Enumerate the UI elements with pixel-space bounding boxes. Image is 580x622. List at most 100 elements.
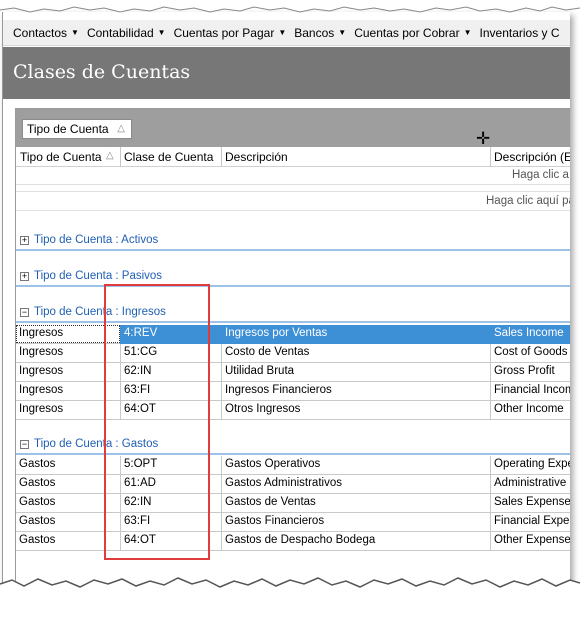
group-label: Tipo de Cuenta : Activos: [34, 234, 159, 246]
cell-descripcion-en[interactable]: Other Income: [494, 403, 570, 415]
page-title: Clases de Cuentas: [13, 61, 191, 83]
group-chip-label: Tipo de Cuenta: [27, 122, 109, 136]
cell-divider: [221, 401, 222, 420]
expand-icon[interactable]: +: [20, 236, 29, 245]
cell-divider: [221, 456, 222, 475]
menu-label: Contabilidad: [86, 25, 154, 40]
table-row[interactable]: Ingresos 51:CG Costo de Ventas Cost of G…: [16, 344, 570, 363]
menu-inventarios[interactable]: Inventarios y C: [480, 26, 560, 40]
app-window: Contactos ▼ Contabilidad ▼ Cuentas por Pag…: [2, 12, 570, 602]
cell-divider: [490, 494, 491, 513]
cell-descripcion-en[interactable]: Administrative E: [494, 477, 570, 489]
chevron-down-icon: ▼: [338, 28, 347, 37]
sort-ascending-icon: △: [117, 123, 125, 134]
cell-divider: [490, 456, 491, 475]
page-header: Clases de Cuentas: [3, 47, 570, 99]
filter-row[interactable]: Haga clic a: [16, 167, 570, 185]
cell-descripcion[interactable]: Gastos Operativos: [225, 458, 487, 470]
cell-descripcion-en[interactable]: Sales Income: [494, 327, 570, 339]
chevron-down-icon: ▼: [463, 28, 472, 37]
cell-descripcion[interactable]: Utilidad Bruta: [225, 365, 487, 377]
cell-divider: [221, 475, 222, 494]
collapse-icon[interactable]: −: [20, 440, 29, 449]
expand-icon[interactable]: +: [20, 272, 29, 281]
menu-contactos[interactable]: Contactos ▼: [13, 26, 79, 40]
cell-divider: [490, 344, 491, 363]
column-header-descripcion-en[interactable]: Descripción (EN: [494, 150, 570, 164]
cell-descripcion[interactable]: Gastos de Ventas: [225, 496, 487, 508]
chevron-down-icon: ▼: [157, 28, 166, 37]
table-row[interactable]: Gastos 62:IN Gastos de Ventas Sales Expe…: [16, 494, 570, 513]
menu-cuentas-por-pagar[interactable]: Cuentas por Pagar ▼: [174, 26, 287, 40]
cell-divider: [490, 513, 491, 532]
cell-divider: [221, 494, 222, 513]
cell-descripcion-en[interactable]: Financial Exper: [494, 515, 570, 527]
cell-descripcion[interactable]: Costo de Ventas: [225, 346, 487, 358]
menu-cuentas-por-cobrar[interactable]: Cuentas por Cobrar ▼: [354, 26, 471, 40]
menu-label: Bancos: [294, 25, 335, 40]
cell-descripcion[interactable]: Gastos Administrativos: [225, 477, 487, 489]
accounts-grid: Tipo de Cuenta △ Tipo de Cuenta △ Clase …: [15, 108, 570, 602]
cell-divider: [221, 513, 222, 532]
cell-descripcion-en[interactable]: Cost of Goods S: [494, 346, 570, 358]
chevron-down-icon: ▼: [71, 28, 79, 37]
cell-divider: [490, 363, 491, 382]
cell-divider: [490, 475, 491, 494]
cell-descripcion[interactable]: Ingresos por Ventas: [225, 327, 487, 339]
group-row-pasivos[interactable]: + Tipo de Cuenta : Pasivos: [16, 269, 570, 287]
menu-bancos[interactable]: Bancos ▼: [294, 26, 346, 40]
table-row[interactable]: Ingresos 4:REV Ingresos por Ventas Sales…: [16, 325, 570, 344]
table-row[interactable]: Gastos 61:AD Gastos Administrativos Admi…: [16, 475, 570, 494]
column-header-descripcion[interactable]: Descripción: [225, 150, 288, 164]
group-row-ingresos[interactable]: − Tipo de Cuenta : Ingresos: [16, 305, 570, 323]
cell-divider: [221, 532, 222, 551]
menu-label: Cuentas por Pagar: [173, 25, 275, 40]
cell-divider: [221, 344, 222, 363]
filter-row-hint: Haga clic a: [512, 169, 569, 181]
column-divider[interactable]: [490, 147, 491, 167]
table-row[interactable]: Gastos 63:FI Gastos Financieros Financia…: [16, 513, 570, 532]
column-divider[interactable]: [221, 147, 222, 167]
cell-descripcion-en[interactable]: Sales Expenses: [494, 496, 570, 508]
cell-divider: [221, 382, 222, 401]
cell-descripcion[interactable]: Gastos de Despacho Bodega: [225, 534, 487, 546]
cell-descripcion-en[interactable]: Financial Incom: [494, 384, 570, 396]
menu-bar: Contactos ▼ Contabilidad ▼ Cuentas por Pag…: [3, 20, 570, 46]
move-cursor-icon: ✛: [476, 129, 491, 148]
cell-descripcion[interactable]: Ingresos Financieros: [225, 384, 487, 396]
sort-ascending-icon: △: [106, 150, 114, 161]
table-row[interactable]: Gastos 5:OPT Gastos Operativos Operating…: [16, 456, 570, 475]
chevron-down-icon: ▼: [278, 28, 287, 37]
group-by-chip[interactable]: Tipo de Cuenta △: [22, 119, 132, 139]
new-row-hint: Haga clic aquí pa: [486, 195, 570, 207]
cell-descripcion[interactable]: Otros Ingresos: [225, 403, 487, 415]
column-header-tipo[interactable]: Tipo de Cuenta: [20, 150, 102, 164]
cell-divider: [490, 382, 491, 401]
menu-contabilidad[interactable]: Contabilidad ▼: [87, 26, 166, 40]
menu-label: Cuentas por Cobrar: [354, 25, 460, 40]
cell-descripcion-en[interactable]: Gross Profit: [494, 365, 570, 377]
cell-descripcion-en[interactable]: Operating Expe: [494, 458, 570, 470]
torn-edge-bottom: [0, 577, 580, 622]
group-label: Tipo de Cuenta : Pasivos: [34, 270, 163, 282]
column-headers: Tipo de Cuenta △ Clase de Cuenta Descrip…: [16, 147, 570, 167]
group-row-gastos[interactable]: − Tipo de Cuenta : Gastos: [16, 437, 570, 455]
column-divider[interactable]: [120, 147, 121, 167]
cell-descripcion[interactable]: Gastos Financieros: [225, 515, 487, 527]
new-row[interactable]: Haga clic aquí pa: [16, 191, 570, 211]
column-header-clase[interactable]: Clase de Cuenta: [124, 150, 213, 164]
table-row[interactable]: Ingresos 62:IN Utilidad Bruta Gross Prof…: [16, 363, 570, 382]
menu-label: Contactos: [13, 25, 68, 40]
cell-divider: [490, 532, 491, 551]
cell-divider: [490, 401, 491, 420]
table-row[interactable]: Gastos 64:OT Gastos de Despacho Bodega O…: [16, 532, 570, 551]
highlight-box: [104, 284, 210, 560]
table-row[interactable]: Ingresos 63:FI Ingresos Financieros Fina…: [16, 382, 570, 401]
cell-descripcion-en[interactable]: Other Expenses: [494, 534, 570, 546]
torn-edge-top: [0, 0, 580, 13]
group-row-activos[interactable]: + Tipo de Cuenta : Activos: [16, 233, 570, 251]
cell-divider: [221, 363, 222, 382]
collapse-icon[interactable]: −: [20, 308, 29, 317]
menu-label: Inventarios y C: [479, 25, 560, 40]
table-row[interactable]: Ingresos 64:OT Otros Ingresos Other Inco…: [16, 401, 570, 420]
